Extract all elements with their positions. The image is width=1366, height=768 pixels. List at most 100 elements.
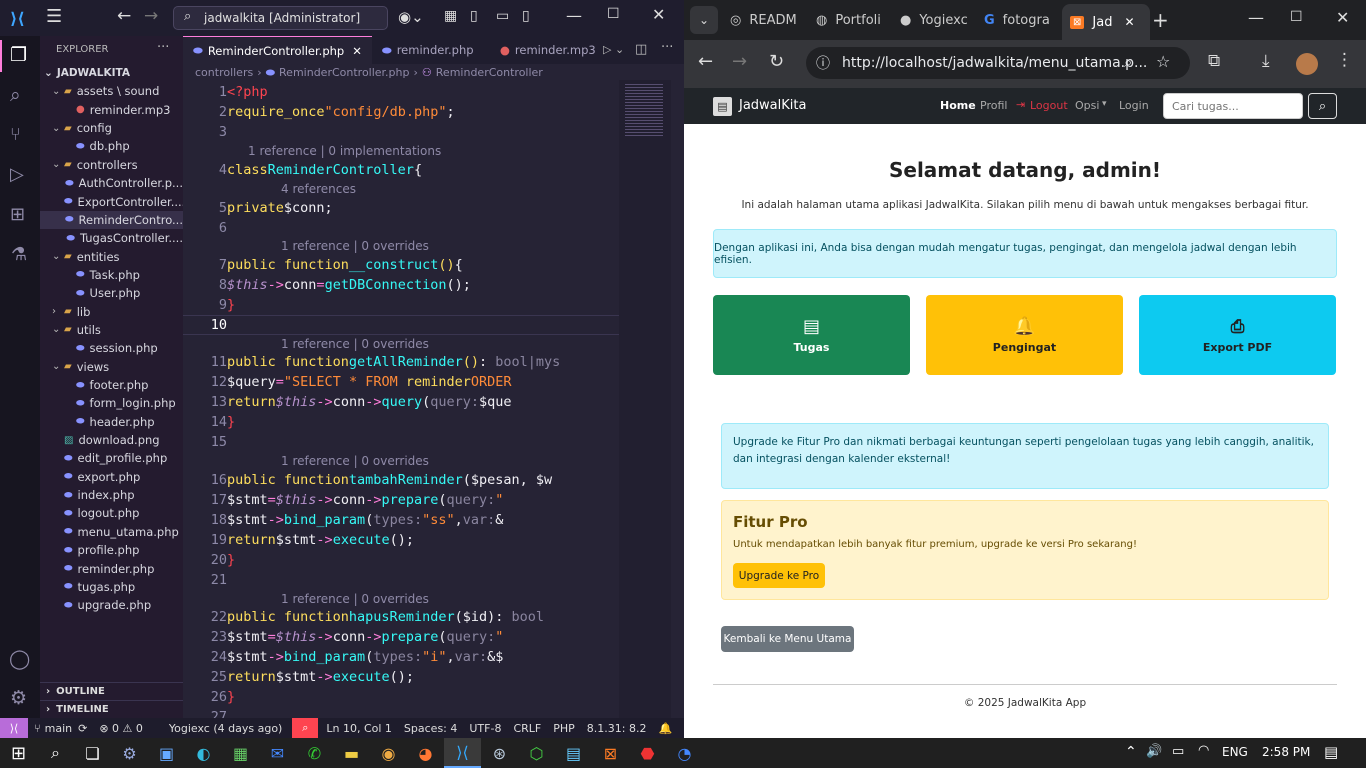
pengingat-card[interactable]: 🔔 Pengingat xyxy=(926,295,1123,375)
maximize-icon[interactable]: ☐ xyxy=(607,6,620,22)
close-icon[interactable]: ✕ xyxy=(1336,8,1349,27)
codelens[interactable]: 4 references xyxy=(281,182,356,196)
download-icon[interactable]: ⤓ xyxy=(1262,51,1270,71)
toggle-panel-icon[interactable]: ▭ xyxy=(496,8,509,24)
tree-file[interactable]: ⬬ ReminderContro... xyxy=(40,210,183,230)
tree-file[interactable]: ⬬ export.php xyxy=(40,468,183,486)
tree-folder[interactable]: ⌄ ▰ assets \ sound xyxy=(40,82,183,100)
tree-file[interactable]: ⬬ edit_profile.php xyxy=(40,449,183,467)
xampp-icon[interactable]: ⊠ xyxy=(592,738,629,768)
app-icon[interactable]: ⬡ xyxy=(518,738,555,768)
toggle-sidebar-icon[interactable]: ▯ xyxy=(470,8,478,24)
search-input[interactable] xyxy=(1163,93,1303,119)
toggle-secondary-sidebar-icon[interactable]: ▯ xyxy=(522,8,530,24)
scrollbar[interactable] xyxy=(671,80,684,718)
codelens[interactable]: 1 reference | 0 overrides xyxy=(281,337,429,351)
vscode-taskbar-icon[interactable]: ⟩⟨ xyxy=(444,738,481,768)
file-explorer-icon[interactable]: ▬ xyxy=(333,738,370,768)
php-version[interactable]: 8.1.31: 8.2 xyxy=(587,722,647,735)
outline-section[interactable]: › OUTLINE xyxy=(40,682,183,700)
tree-folder[interactable]: ⌄ ▰ views xyxy=(40,358,183,376)
back-arrow-icon[interactable]: ← xyxy=(117,6,131,26)
nav-logout[interactable]: Logout xyxy=(1030,99,1068,112)
codelens[interactable]: 1 reference | 0 overrides xyxy=(281,454,429,468)
search-button[interactable]: ⌕ xyxy=(1308,93,1337,119)
explorer-icon[interactable]: ❐ xyxy=(10,44,27,66)
avatar[interactable] xyxy=(1296,53,1318,75)
chrome-icon[interactable]: ◉ xyxy=(370,738,407,768)
search-icon[interactable]: ⌕ xyxy=(292,718,319,738)
upgrade-button[interactable]: Upgrade ke Pro xyxy=(733,563,825,588)
battery-icon[interactable]: ▭ xyxy=(1172,744,1184,759)
sync-icon[interactable]: ⟳ xyxy=(78,722,87,735)
nav-profil[interactable]: Profil xyxy=(980,99,1007,112)
mail-icon[interactable]: ✉ xyxy=(259,738,296,768)
tree-file[interactable]: ⬬ header.php xyxy=(40,413,183,431)
tree-file[interactable]: ● reminder.mp3 xyxy=(40,101,183,119)
browser-tab[interactable]: ◎ READM xyxy=(730,6,808,34)
command-center-search[interactable]: ⌕ jadwalkita [Administrator] xyxy=(173,6,388,30)
tree-file[interactable]: ⬬ tugas.php xyxy=(40,578,183,596)
line-ending[interactable]: CRLF xyxy=(513,722,541,735)
tugas-card[interactable]: ▤ Tugas xyxy=(713,295,910,375)
site-info-icon[interactable]: ⓘ xyxy=(816,53,830,73)
maximize-icon[interactable]: ☐ xyxy=(1290,9,1303,25)
tree-folder[interactable]: ⌄ ▰ entities xyxy=(40,247,183,265)
brand-logo-icon[interactable]: ▤ xyxy=(713,97,732,116)
extensions-icon[interactable]: ⊞ xyxy=(10,204,25,225)
gear-icon[interactable]: ⚙ xyxy=(10,687,27,709)
tree-file[interactable]: ⬬ session.php xyxy=(40,339,183,357)
tree-file[interactable]: ⬬ reminder.php xyxy=(40,559,183,577)
language-mode[interactable]: PHP xyxy=(553,722,575,735)
browser-tab[interactable]: Gfotogra xyxy=(984,6,1064,34)
reload-icon[interactable]: ↻ xyxy=(769,51,784,72)
extensions-icon[interactable]: ⧉ xyxy=(1208,51,1220,71)
back-to-menu-button[interactable]: Kembali ke Menu Utama xyxy=(721,626,854,652)
whatsapp-icon[interactable]: ✆ xyxy=(296,738,333,768)
bookmark-star-icon[interactable]: ☆ xyxy=(1156,52,1170,71)
tree-folder[interactable]: ⌄ ▰ config xyxy=(40,119,183,137)
firefox-icon[interactable]: ◕ xyxy=(407,738,444,768)
tree-file[interactable]: ⬬ footer.php xyxy=(40,376,183,394)
codelens[interactable]: 1 reference | 0 overrides xyxy=(281,592,429,606)
nav-opsi[interactable]: Opsi xyxy=(1075,99,1099,112)
app-icon[interactable]: ▣ xyxy=(148,738,185,768)
minimize-icon[interactable]: — xyxy=(566,6,582,25)
split-editor-icon[interactable]: ◫ xyxy=(635,42,647,57)
tree-file[interactable]: ⬬ Task.php xyxy=(40,266,183,284)
notification-icon[interactable]: ▤ xyxy=(1324,743,1338,761)
app-icon[interactable]: ⬣ xyxy=(629,738,666,768)
tree-file[interactable]: ⬬ db.php xyxy=(40,137,183,155)
code-view[interactable]: 1 <?php 2 require_once "config/db.php"; … xyxy=(183,36,619,718)
address-bar[interactable]: ⓘ http://localhost/jadwalkita/menu_utama… xyxy=(806,47,1190,79)
nav-login[interactable]: Login xyxy=(1119,99,1149,112)
indentation[interactable]: Spaces: 4 xyxy=(404,722,457,735)
tab-search-icon[interactable]: ⌄ xyxy=(690,6,718,34)
tree-folder[interactable]: ⌄ ▰ utils xyxy=(40,321,183,339)
more-actions-icon[interactable]: ··· xyxy=(157,40,169,55)
new-tab-icon[interactable]: + xyxy=(1152,8,1169,32)
minimize-icon[interactable]: — xyxy=(1248,8,1264,27)
timeline-section[interactable]: › TIMELINE xyxy=(40,700,183,718)
git-blame[interactable]: Yogiexc (4 days ago) xyxy=(169,722,282,735)
chevron-up-icon[interactable]: ⌃ xyxy=(1125,744,1137,760)
app-icon[interactable]: ◔ xyxy=(666,738,703,768)
back-arrow-icon[interactable]: ← xyxy=(698,51,713,72)
menu-icon[interactable]: ☰ xyxy=(46,6,62,27)
tree-file[interactable]: ⬬ TugasController.... xyxy=(40,229,183,247)
browser-tab-active[interactable]: ⊠ Jad ✕ xyxy=(1062,4,1150,40)
tree-file[interactable]: ⬬ upgrade.php xyxy=(40,596,183,614)
settings-app-icon[interactable]: ⚙ xyxy=(111,738,148,768)
export-pdf-card[interactable]: ⎙ Export PDF xyxy=(1139,295,1336,375)
tree-file[interactable]: ⬬ index.php xyxy=(40,486,183,504)
run-debug-icon[interactable]: ▷ xyxy=(10,164,24,185)
branch-name[interactable]: main xyxy=(45,722,72,735)
windows-start-icon[interactable]: ⊞ xyxy=(0,738,37,768)
account-icon[interactable]: ◯ xyxy=(9,648,30,670)
brand-name[interactable]: JadwalKita xyxy=(739,98,806,113)
forward-arrow-icon[interactable]: → xyxy=(732,51,747,72)
task-view-icon[interactable]: ❏ xyxy=(74,738,111,768)
tree-folder[interactable]: › ▰ lib xyxy=(40,303,183,321)
forward-arrow-icon[interactable]: → xyxy=(144,6,158,26)
copilot-icon[interactable]: ◉⌄ xyxy=(398,8,424,26)
